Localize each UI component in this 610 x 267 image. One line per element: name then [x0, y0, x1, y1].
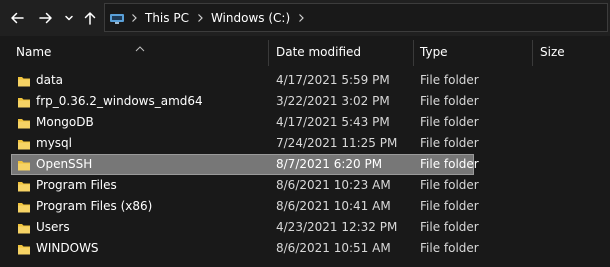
breadcrumb-chevron-icon[interactable] — [191, 13, 209, 23]
file-type: File folder — [420, 94, 479, 108]
column-date-modified[interactable]: Date modified — [270, 36, 412, 68]
file-date-modified: 8/6/2021 10:51 AM — [276, 241, 391, 255]
file-date-modified: 3/22/2021 3:02 PM — [276, 94, 390, 108]
file-explorer-window: This PC Windows (C:) Name Date modified … — [0, 0, 610, 267]
up-arrow-icon[interactable] — [80, 6, 100, 30]
breadcrumb-this-pc[interactable]: This PC — [143, 11, 191, 25]
file-date-modified: 4/23/2021 12:32 PM — [276, 220, 398, 234]
chevron-down-icon[interactable] — [62, 6, 76, 30]
folder-icon — [17, 200, 31, 214]
file-name[interactable]: Program Files (x86) — [36, 196, 152, 217]
column-name[interactable]: Name — [10, 36, 268, 68]
file-type: File folder — [420, 73, 479, 87]
file-type: File folder — [420, 241, 479, 255]
folder-icon — [17, 158, 31, 172]
file-name[interactable]: frp_0.36.2_windows_amd64 — [36, 91, 203, 112]
file-type: File folder — [420, 220, 479, 234]
file-name[interactable]: WINDOWS — [36, 238, 99, 259]
file-name[interactable]: Program Files — [36, 175, 117, 196]
folder-icon — [17, 179, 31, 193]
file-name[interactable]: OpenSSH — [36, 154, 92, 175]
folder-icon — [17, 137, 31, 151]
this-pc-icon — [109, 10, 125, 26]
file-row[interactable]: mysql 7/24/2021 11:25 PM File folder — [0, 133, 610, 154]
column-divider[interactable] — [268, 40, 269, 66]
column-divider[interactable] — [532, 40, 533, 66]
file-date-modified: 8/6/2021 10:41 AM — [276, 199, 391, 213]
folder-icon — [17, 242, 31, 256]
file-type: File folder — [420, 157, 479, 171]
file-row[interactable]: MongoDB 4/17/2021 5:43 PM File folder — [0, 112, 610, 133]
folder-icon — [17, 221, 31, 235]
file-row[interactable]: frp_0.36.2_windows_amd64 3/22/2021 3:02 P… — [0, 91, 610, 112]
folder-icon — [17, 74, 31, 88]
forward-arrow-icon[interactable] — [35, 6, 57, 30]
breadcrumb-windows-c[interactable]: Windows (C:) — [209, 11, 292, 25]
file-list: data 4/17/2021 5:59 PM File folder frp_0.36… — [0, 70, 610, 259]
column-type[interactable]: Type — [414, 36, 532, 68]
column-header-row: Name Date modified Type Size — [0, 36, 610, 68]
file-type: File folder — [420, 178, 479, 192]
file-date-modified: 7/24/2021 11:25 PM — [276, 136, 398, 150]
file-date-modified: 4/17/2021 5:59 PM — [276, 73, 390, 87]
back-arrow-icon[interactable] — [6, 6, 28, 30]
file-date-modified: 8/7/2021 6:20 PM — [276, 157, 383, 171]
file-type: File folder — [420, 136, 479, 150]
address-bar[interactable]: This PC Windows (C:) — [104, 3, 608, 32]
folder-icon — [17, 95, 31, 109]
column-size[interactable]: Size — [534, 36, 604, 68]
file-row[interactable]: Program Files (x86) 8/6/2021 10:41 AM File… — [0, 196, 610, 217]
file-name[interactable]: MongoDB — [36, 112, 94, 133]
file-date-modified: 4/17/2021 5:43 PM — [276, 115, 390, 129]
file-row[interactable]: WINDOWS 8/6/2021 10:51 AM File folder — [0, 238, 610, 259]
file-name[interactable]: mysql — [36, 133, 72, 154]
file-type: File folder — [420, 199, 479, 213]
file-name[interactable]: data — [36, 70, 63, 91]
navigation-bar: This PC Windows (C:) — [0, 0, 610, 36]
file-row[interactable]: OpenSSH 8/7/2021 6:20 PM File folder — [0, 154, 610, 175]
file-row[interactable]: Users 4/23/2021 12:32 PM File folder — [0, 217, 610, 238]
file-row[interactable]: Program Files 8/6/2021 10:23 AM File folde… — [0, 175, 610, 196]
folder-icon — [17, 116, 31, 130]
file-row[interactable]: data 4/17/2021 5:59 PM File folder — [0, 70, 610, 91]
file-name[interactable]: Users — [36, 217, 70, 238]
breadcrumb-chevron-icon[interactable] — [125, 13, 143, 23]
breadcrumb-chevron-icon[interactable] — [292, 13, 310, 23]
file-type: File folder — [420, 115, 479, 129]
file-date-modified: 8/6/2021 10:23 AM — [276, 178, 391, 192]
